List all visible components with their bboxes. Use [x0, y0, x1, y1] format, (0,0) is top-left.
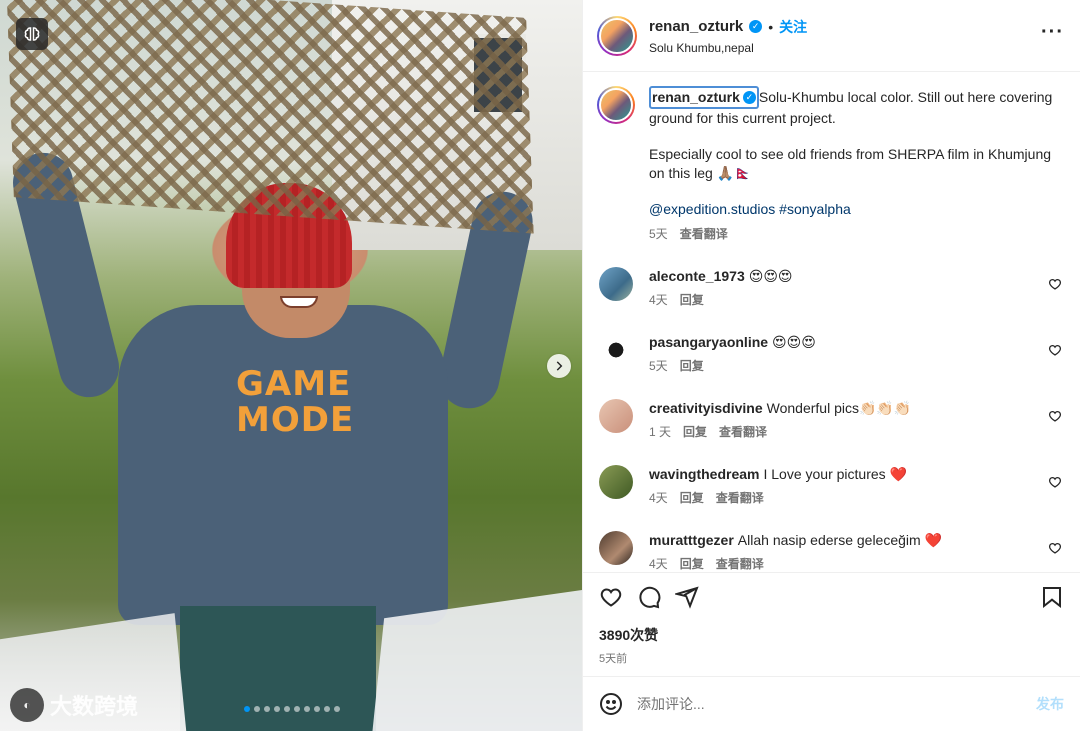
caption-translate-link[interactable]: 查看翻译 — [680, 225, 728, 244]
commenter-avatar[interactable] — [599, 333, 633, 367]
carousel-dot[interactable] — [314, 706, 320, 712]
emoji-icon[interactable] — [599, 692, 623, 716]
heart-icon[interactable] — [1048, 475, 1062, 489]
brain-icon[interactable] — [16, 18, 48, 50]
comment-time: 4天 — [649, 491, 668, 505]
heart-icon[interactable] — [1048, 541, 1062, 555]
comment-row: aleconte_1973 😍😍😍 4天 回复 — [597, 267, 1064, 309]
comment-row: pasangaryaonline 😍😍😍 5天 回复 — [597, 333, 1064, 375]
carousel-dot[interactable] — [324, 706, 330, 712]
carousel-dots — [244, 706, 340, 712]
caption-avatar[interactable] — [597, 86, 635, 124]
commenter-avatar[interactable] — [599, 399, 633, 433]
comments-section[interactable]: renan_ozturk ✓ Solu-Khumbu local color. St… — [583, 72, 1080, 572]
caption-tags[interactable]: @expedition.studios #sonyalpha — [649, 200, 1064, 219]
post-viewer: GAME MODE ◐ 大数跨境 renan_ozturk ✓ • 关注 Sol… — [0, 0, 1080, 731]
watermark: ◐ 大数跨境 — [10, 688, 138, 722]
comment-row: creativityisdivine Wonderful pics👏🏻👏🏻👏🏻 1 … — [597, 399, 1064, 441]
heart-icon[interactable] — [599, 585, 623, 609]
verified-badge-icon: ✓ — [742, 90, 756, 104]
child-smile — [280, 296, 318, 308]
follow-button[interactable]: 关注 — [779, 17, 807, 37]
comment-composer: 发布 — [583, 676, 1080, 731]
verified-badge-icon: ✓ — [749, 20, 763, 33]
share-icon[interactable] — [675, 585, 699, 609]
carousel-dot[interactable] — [264, 706, 270, 712]
comment-time: 4天 — [649, 293, 668, 307]
post-caption: renan_ozturk ✓ Solu-Khumbu local color. St… — [597, 86, 1064, 243]
shirt-text-line2: MODE — [236, 400, 355, 440]
comment-time: 1 天 — [649, 425, 672, 439]
reply-link[interactable]: 回复 — [683, 423, 707, 441]
commenter-username[interactable]: muratttgezer — [649, 532, 734, 548]
next-image-button[interactable] — [547, 354, 571, 378]
translate-link[interactable]: 查看翻译 — [716, 489, 764, 507]
comment-icon[interactable] — [637, 585, 661, 609]
watermark-logo: ◐ — [10, 688, 44, 722]
post-details-panel: renan_ozturk ✓ • 关注 Solu Khumbu,nepal ··… — [582, 0, 1080, 731]
carousel-dot[interactable] — [244, 706, 250, 712]
heart-icon[interactable] — [1048, 409, 1062, 423]
reply-link[interactable]: 回复 — [680, 489, 704, 507]
action-bar: 3890次赞 5天前 — [583, 572, 1080, 676]
heart-icon[interactable] — [1048, 277, 1062, 291]
author-username[interactable]: renan_ozturk — [649, 18, 743, 35]
carousel-dot[interactable] — [284, 706, 290, 712]
comment-text: 😍😍😍 — [772, 334, 816, 350]
carousel-dot[interactable] — [294, 706, 300, 712]
post-photo[interactable]: GAME MODE ◐ 大数跨境 — [0, 0, 582, 731]
commenter-username[interactable]: wavingthedream — [649, 466, 759, 482]
carousel-dot[interactable] — [254, 706, 260, 712]
separator-dot: • — [768, 18, 774, 35]
translate-link[interactable]: 查看翻译 — [716, 555, 764, 572]
caption-time: 5天 — [649, 226, 668, 241]
carousel-dot[interactable] — [304, 706, 310, 712]
author-avatar[interactable] — [597, 15, 637, 56]
more-options-icon[interactable]: ··· — [1041, 22, 1064, 45]
commenter-avatar[interactable] — [599, 531, 633, 565]
commenter-username[interactable]: aleconte_1973 — [649, 268, 745, 284]
comment-text: Allah nasip ederse geleceğim ❤️ — [737, 532, 943, 548]
caption-text-2: Especially cool to see old friends from … — [649, 146, 1052, 181]
reply-link[interactable]: 回复 — [680, 555, 704, 572]
post-header: renan_ozturk ✓ • 关注 Solu Khumbu,nepal ··… — [583, 0, 1080, 72]
carousel-dot[interactable] — [274, 706, 280, 712]
comment-text: I Love your pictures ❤️ — [763, 466, 907, 482]
comment-row: muratttgezer Allah nasip ederse geleceğim… — [597, 531, 1064, 572]
shirt-graphic: GAME MODE — [236, 366, 356, 438]
comment-text: Wonderful pics👏🏻👏🏻👏🏻 — [766, 400, 912, 416]
commenter-avatar[interactable] — [599, 465, 633, 499]
comment-input[interactable] — [637, 696, 1036, 712]
commenter-username[interactable]: creativityisdivine — [649, 400, 763, 416]
commenter-username[interactable]: pasangaryaonline — [649, 334, 768, 350]
chevron-right-icon — [556, 361, 563, 371]
likes-count[interactable]: 3890次赞 — [599, 625, 1064, 645]
comment-list: aleconte_1973 😍😍😍 4天 回复 pasangaryaonline 😍😍😍 5… — [597, 267, 1064, 572]
comment-text: 😍😍😍 — [748, 268, 793, 284]
reply-link[interactable]: 回复 — [680, 357, 704, 375]
watermark-text: 大数跨境 — [50, 694, 139, 719]
commenter-avatar[interactable] — [599, 267, 633, 301]
bookmark-icon[interactable] — [1040, 585, 1064, 609]
woven-basket — [6, 0, 534, 234]
comment-time: 5天 — [649, 359, 668, 373]
child-sweater — [118, 305, 448, 625]
reply-link[interactable]: 回复 — [680, 291, 704, 309]
comment-time: 4天 — [649, 557, 668, 571]
shirt-text-line1: GAME — [236, 364, 352, 404]
post-location[interactable]: Solu Khumbu,nepal — [649, 41, 1041, 55]
heart-icon[interactable] — [1048, 343, 1062, 357]
translate-link[interactable]: 查看翻译 — [719, 423, 767, 441]
child-pants — [180, 606, 376, 731]
post-comment-button[interactable]: 发布 — [1036, 694, 1064, 714]
carousel-dot[interactable] — [334, 706, 340, 712]
posted-ago: 5天前 — [599, 653, 628, 665]
comment-row: wavingthedream I Love your pictures ❤️ 4天回… — [597, 465, 1064, 507]
caption-username[interactable]: renan_ozturk ✓ — [649, 86, 759, 109]
